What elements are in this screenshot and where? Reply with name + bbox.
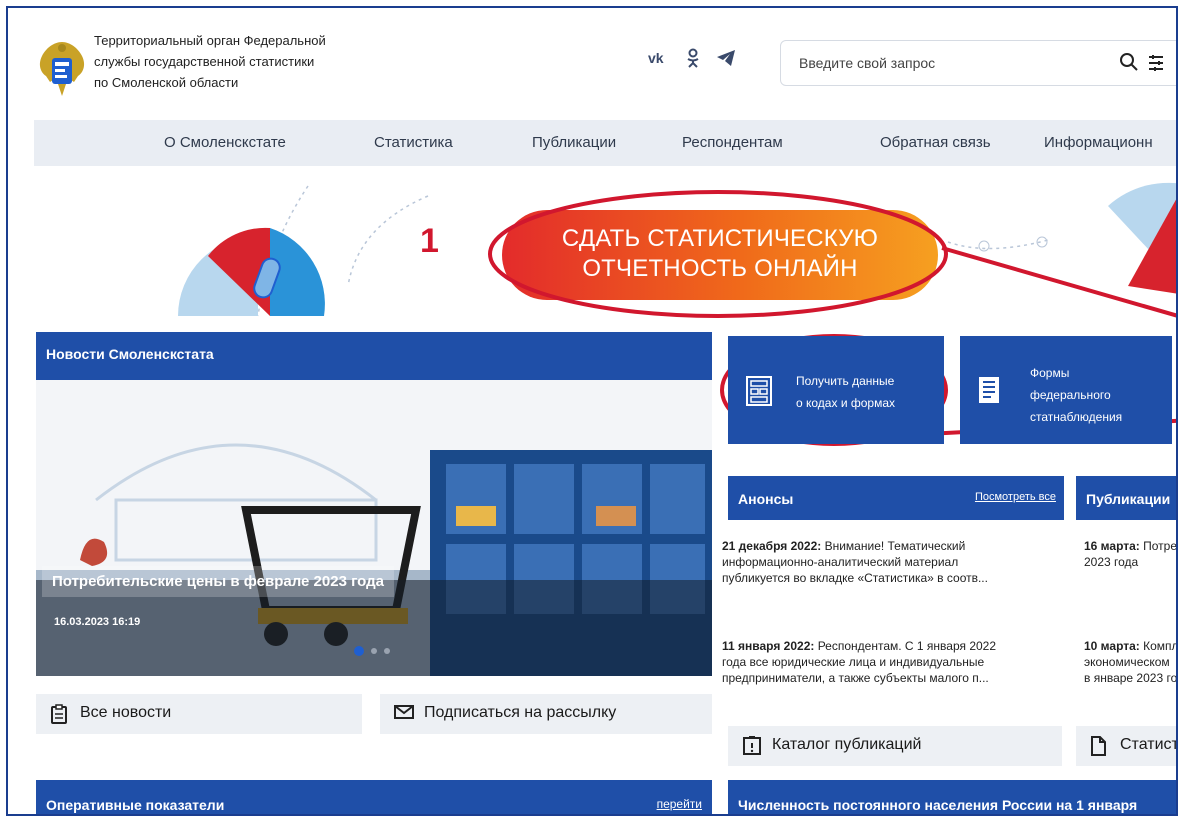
catalog-label: Каталог публикаций (772, 736, 922, 753)
anons-item-2-line-1: Респондентам. С 1 января 2022 (814, 639, 997, 653)
statistics-button[interactable]: Статисти (1076, 726, 1176, 766)
news-slider[interactable] (36, 380, 712, 676)
publication-item-2-line-3: в январе 2023 го (1084, 671, 1178, 685)
anons-item-1-line-1: Внимание! Тематический (821, 539, 966, 553)
page-frame: Территориальный орган Федеральной службы… (6, 6, 1178, 816)
slider-dot-1[interactable] (354, 646, 364, 656)
mail-icon (394, 705, 414, 719)
anons-item-2-line-3: предприниматели, а также субъекты малого… (722, 671, 989, 685)
view-all-link[interactable]: Посмотреть все (975, 491, 1056, 503)
anons-item-1-date: 21 декабря 2022: (722, 539, 822, 553)
news-illustration (36, 443, 712, 676)
forms-tile-line-2: федерального (1030, 388, 1111, 402)
subscribe-button[interactable]: Подписаться на рассылку (380, 694, 712, 734)
slider-dot-2[interactable] (371, 648, 377, 654)
file-icon (1091, 736, 1106, 756)
anons-item-1-line-3: публикуется во вкладке «Статистика» в со… (722, 571, 988, 585)
clipboard-icon (51, 704, 67, 724)
all-news-label: Все новости (80, 704, 172, 721)
slider-dot-3[interactable] (384, 648, 390, 654)
publication-item-1[interactable]: 16 марта: Потре 2023 года (1084, 538, 1178, 570)
anons-title: Анонсы (738, 491, 794, 507)
codes-tile-line-1: Получить данные (796, 374, 895, 388)
publication-item-2-line-1: Компл (1139, 639, 1178, 653)
publication-item-2-date: 10 марта: (1084, 639, 1140, 653)
annotation-number-1: 1 (420, 222, 439, 260)
slider-dots (354, 646, 390, 656)
anons-item-1-line-2: информационно-аналитический материал (722, 555, 959, 569)
forms-tile-line-1: Формы (1030, 366, 1070, 380)
operative-title: Оперативные показатели (46, 797, 225, 813)
anons-item-2-line-2: года все юридические лица и индивидуальн… (722, 655, 985, 669)
publications-title: Публикации (1086, 491, 1171, 507)
federal-forms-tile[interactable]: Формы федерального статнаблюдения (960, 336, 1172, 444)
anons-header: Анонсы Посмотреть все (728, 476, 1064, 520)
codes-and-forms-tile[interactable]: Получить данные о кодах и формах (728, 336, 944, 444)
population-title: Численность постоянного населения России… (738, 797, 1138, 813)
document-icon (979, 377, 999, 403)
publication-item-1-line-1: Потре (1139, 539, 1178, 553)
forms-tile-line-3: статнаблюдения (1030, 410, 1123, 424)
goto-link[interactable]: перейти (657, 797, 702, 811)
news-header[interactable]: Новости Смоленскстата (36, 332, 712, 380)
population-header[interactable]: Численность постоянного населения России… (728, 780, 1176, 814)
codes-form-icon (746, 376, 772, 406)
anons-item-2[interactable]: 11 января 2022: Респондентам. С 1 января… (722, 638, 1062, 686)
subscribe-label: Подписаться на рассылку (424, 704, 617, 721)
operative-indicators-header: Оперативные показатели перейти (36, 780, 712, 814)
publication-item-2[interactable]: 10 марта: Компл экономическом в январе 2… (1084, 638, 1178, 686)
catalog-button[interactable]: Каталог публикаций (728, 726, 1062, 766)
news-date: 16.03.2023 16:19 (54, 616, 141, 628)
anons-item-1[interactable]: 21 декабря 2022: Внимание! Тематический … (722, 538, 1062, 586)
publication-item-1-date: 16 марта: (1084, 539, 1140, 553)
statistics-label: Статисти (1120, 736, 1176, 753)
anons-item-2-date: 11 января 2022: (722, 639, 815, 653)
publications-header: Публикации (1076, 476, 1176, 520)
publication-item-1-line-2: 2023 года (1084, 555, 1139, 569)
publication-item-2-line-2: экономическом (1084, 655, 1170, 669)
news-caption[interactable]: Потребительские цены в феврале 2023 года (42, 566, 394, 597)
codes-tile-line-2: о кодах и формах (796, 396, 895, 410)
all-news-button[interactable]: Все новости (36, 694, 362, 734)
info-icon (743, 736, 761, 755)
